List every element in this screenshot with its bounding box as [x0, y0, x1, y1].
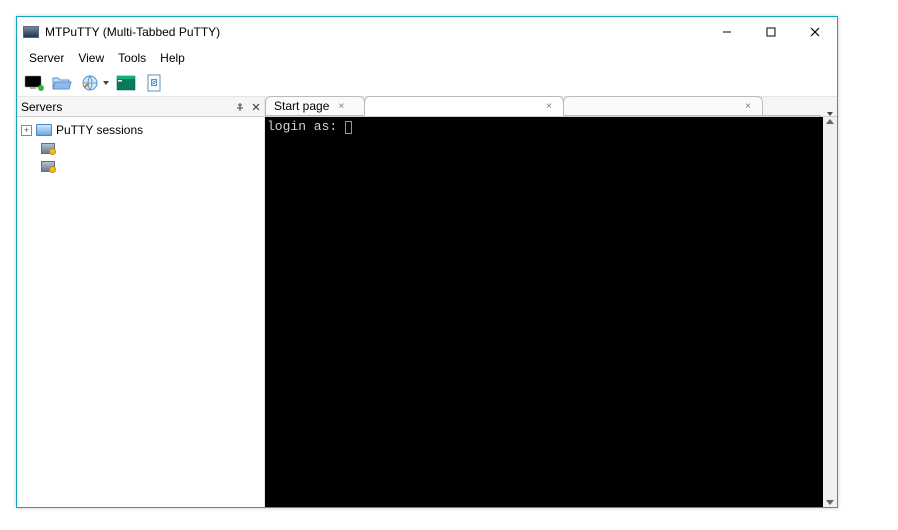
toolbar: S [17, 69, 837, 97]
maximize-button[interactable] [749, 17, 793, 47]
minimize-button[interactable] [705, 17, 749, 47]
tab-session-2[interactable]: × [563, 96, 763, 116]
tab-close-icon[interactable]: × [742, 101, 754, 112]
tab-strip: Start page × × × [265, 97, 837, 117]
close-pane-icon[interactable] [248, 99, 264, 115]
tree-session-item[interactable] [21, 157, 260, 175]
terminal-cursor [345, 121, 352, 134]
tab-overflow-button[interactable] [821, 112, 837, 116]
window-title: MTPuTTY (Multi-Tabbed PuTTY) [45, 25, 220, 39]
pin-icon[interactable] [232, 99, 248, 115]
tab-label: Start page [274, 99, 329, 113]
tab-close-icon[interactable]: × [335, 101, 347, 112]
open-button[interactable] [51, 72, 73, 94]
close-button[interactable] [793, 17, 837, 47]
body: Servers + PuTTY sessions [17, 97, 837, 507]
menu-server[interactable]: Server [23, 49, 70, 67]
tab-start-page[interactable]: Start page × [265, 96, 365, 116]
globe-dropdown[interactable] [79, 72, 109, 94]
app-icon [23, 26, 39, 38]
terminal-prompt: login as: [267, 119, 345, 134]
title-bar: MTPuTTY (Multi-Tabbed PuTTY) [17, 17, 837, 47]
scroll-up-icon[interactable] [826, 119, 834, 124]
svg-text:S: S [152, 80, 157, 87]
folder-icon [36, 124, 52, 136]
menu-bar: Server View Tools Help [17, 47, 837, 69]
menu-view[interactable]: View [72, 49, 110, 67]
servers-pane-title: Servers [21, 100, 62, 114]
servers-pane: Servers + PuTTY sessions [17, 97, 265, 507]
content-area: Start page × × × logi [265, 97, 837, 507]
tree-expander-icon[interactable]: + [21, 125, 32, 136]
chevron-down-icon [103, 81, 109, 85]
tree-node-putty-sessions[interactable]: + PuTTY sessions [21, 121, 260, 139]
main-window: MTPuTTY (Multi-Tabbed PuTTY) Server View… [16, 16, 838, 508]
terminal[interactable]: login as: [265, 117, 823, 507]
tree-node-label: PuTTY sessions [56, 123, 143, 137]
new-connection-button[interactable] [23, 72, 45, 94]
session-icon [41, 143, 55, 154]
session-icon [41, 161, 55, 172]
scroll-down-icon[interactable] [826, 500, 834, 505]
servers-pane-header: Servers [17, 97, 264, 117]
globe-icon [79, 72, 101, 94]
tree-session-item[interactable] [21, 139, 260, 157]
menu-help[interactable]: Help [154, 49, 191, 67]
terminal-scrollbar[interactable] [823, 117, 837, 507]
script-button[interactable]: S [143, 72, 165, 94]
tab-close-icon[interactable]: × [543, 101, 555, 112]
terminal-wrap: login as: [265, 117, 837, 507]
server-tree[interactable]: + PuTTY sessions [17, 117, 264, 507]
chevron-down-icon [827, 112, 833, 116]
terminal-window-button[interactable] [115, 72, 137, 94]
tab-session-1[interactable]: × [364, 96, 564, 116]
menu-tools[interactable]: Tools [112, 49, 152, 67]
